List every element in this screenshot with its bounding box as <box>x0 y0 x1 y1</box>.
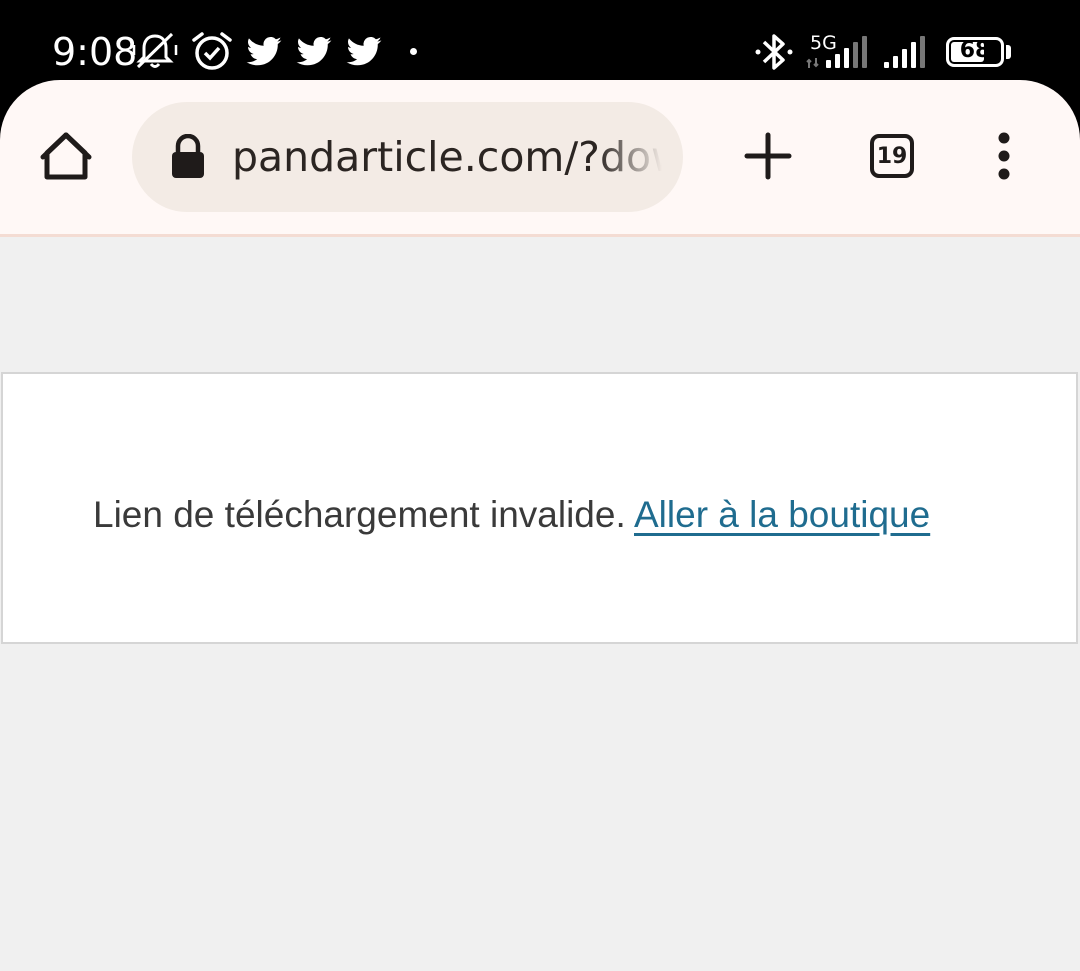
new-tab-button[interactable] <box>732 120 804 192</box>
twitter-icon <box>345 31 383 71</box>
mute-icon <box>132 31 178 71</box>
tab-count: 19 <box>870 134 914 178</box>
more-vert-icon <box>998 132 1010 180</box>
notification-dot <box>410 48 417 55</box>
menu-button[interactable] <box>968 120 1040 192</box>
status-time: 9:08 <box>52 30 138 74</box>
shop-link[interactable]: Aller à la boutique <box>634 494 930 535</box>
tab-switcher-button[interactable]: 19 <box>856 120 928 192</box>
alarm-icon <box>191 31 233 71</box>
plus-icon <box>744 132 792 180</box>
bluetooth-icon <box>754 30 794 70</box>
battery-icon: 68 <box>946 37 1004 67</box>
url-text[interactable]: pandarticle.com/?dow <box>232 132 662 182</box>
home-icon <box>40 132 92 180</box>
battery-cap <box>1006 45 1011 59</box>
page-content: Lien de téléchargement invalide. Aller à… <box>0 237 1080 971</box>
lock-icon[interactable] <box>170 133 206 180</box>
error-message: Lien de téléchargement invalide. <box>93 494 626 535</box>
address-bar[interactable]: pandarticle.com/?dow <box>132 102 683 212</box>
home-button[interactable] <box>30 120 102 192</box>
phone-screen: 9:08 5G 68 pandarticle.com/?dow 19 Lien … <box>0 0 1080 971</box>
battery-level: 68 <box>959 38 991 63</box>
signal-icon <box>884 36 936 76</box>
notice-text: Lien de téléchargement invalide. Aller à… <box>93 492 930 538</box>
browser-toolbar: pandarticle.com/?dow 19 <box>0 80 1080 237</box>
twitter-icon <box>245 31 283 71</box>
notice-box: Lien de téléchargement invalide. Aller à… <box>1 372 1078 644</box>
twitter-icon <box>295 31 333 71</box>
signal-icon <box>806 36 874 76</box>
